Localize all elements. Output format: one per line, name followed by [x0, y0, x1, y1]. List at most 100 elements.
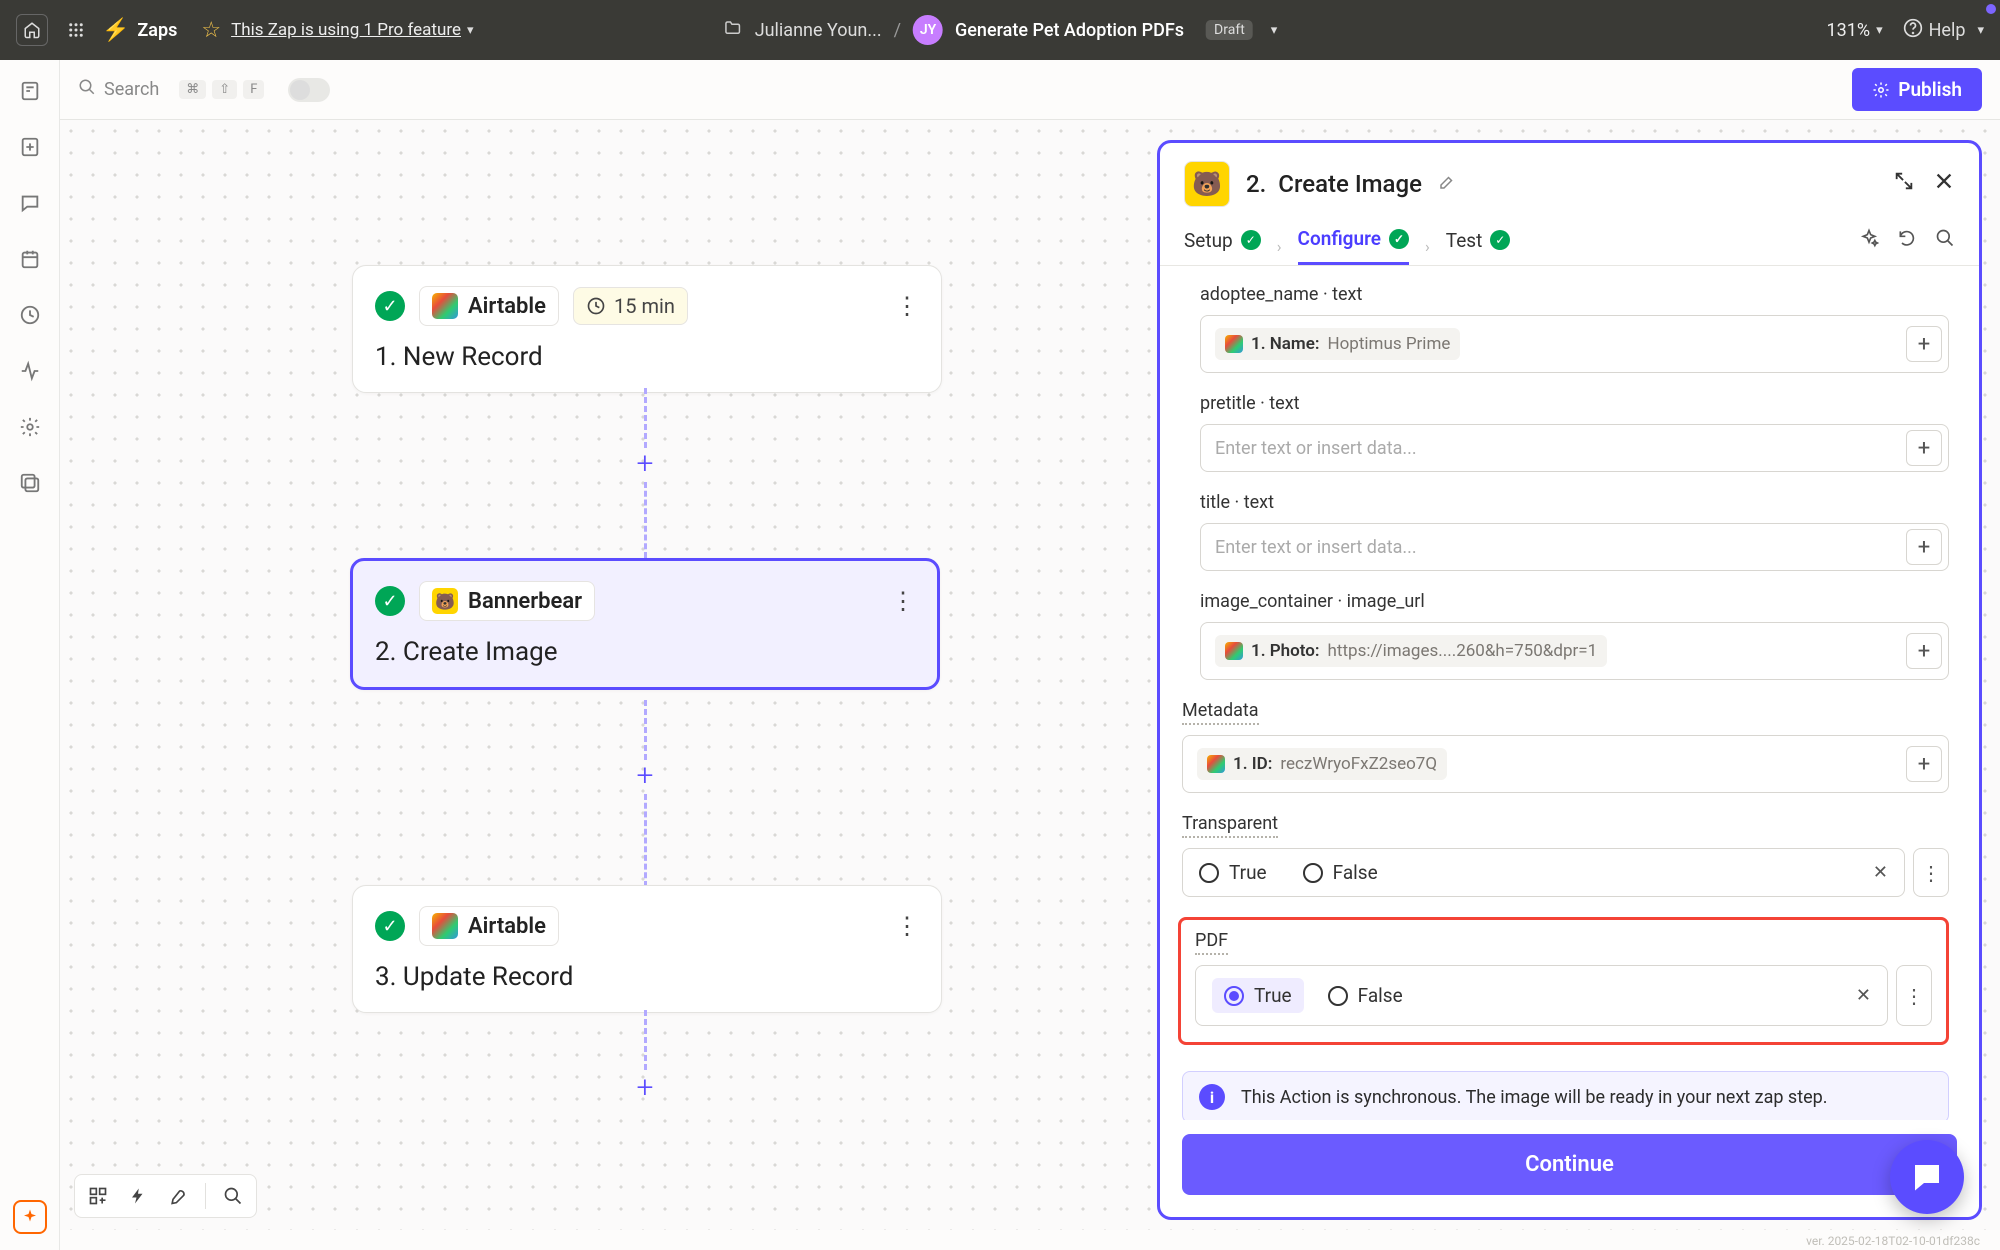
avatar[interactable]: JY: [913, 15, 943, 45]
tab-configure[interactable]: Configure ✓: [1298, 227, 1409, 265]
sidebar-settings-icon[interactable]: [15, 412, 45, 442]
editor-toggle[interactable]: [288, 78, 330, 102]
clear-icon[interactable]: ✕: [1873, 862, 1888, 883]
continue-button[interactable]: Continue: [1182, 1134, 1957, 1195]
info-text: This Action is synchronous. The image wi…: [1241, 1087, 1828, 1108]
close-icon[interactable]: [1933, 170, 1955, 198]
apps-grid-button[interactable]: [60, 14, 92, 46]
zaps-label[interactable]: Zaps: [137, 20, 177, 41]
ai-sparkle-icon[interactable]: [1859, 228, 1879, 253]
info-callout: i This Action is synchronous. The image …: [1182, 1071, 1949, 1120]
adoptee-name-input[interactable]: 1. Name: Hoptimus Prime +: [1200, 315, 1949, 373]
chevron-down-icon[interactable]: ▾: [1271, 23, 1278, 38]
breadcrumb: Julianne Youn... / JY Generate Pet Adopt…: [723, 15, 1278, 45]
pro-feature-link[interactable]: This Zap is using 1 Pro feature: [231, 20, 461, 40]
transparent-false-option[interactable]: False: [1303, 861, 1378, 884]
step-title: 1. New Record: [375, 342, 919, 372]
panel-header: 🐻 2. Create Image: [1160, 143, 1979, 217]
search-placeholder: Search: [104, 79, 159, 100]
help-dropdown[interactable]: Help ▾: [1903, 18, 1984, 43]
ai-assistant-button[interactable]: [13, 1200, 47, 1234]
metadata-input[interactable]: 1. ID: reczWryoFxZ2seo7Q +: [1182, 735, 1949, 793]
expand-icon[interactable]: [1893, 170, 1915, 198]
bannerbear-icon: 🐻: [432, 588, 458, 614]
field-more-button[interactable]: ⋮: [1896, 965, 1932, 1026]
chevron-down-icon[interactable]: ▾: [467, 23, 474, 38]
check-icon: ✓: [1389, 229, 1409, 249]
top-bar: ⚡ Zaps ☆ This Zap is using 1 Pro feature…: [0, 0, 2000, 60]
status-check-icon: ✓: [375, 586, 405, 616]
search-shortcut: ⌘ ⇧ F: [179, 80, 264, 99]
zoom-level: 131%: [1827, 20, 1871, 41]
step-more-button[interactable]: ⋮: [895, 292, 919, 320]
sidebar-history-icon[interactable]: [15, 300, 45, 330]
insert-data-button[interactable]: +: [1906, 529, 1942, 565]
sidebar-editor-icon[interactable]: [15, 76, 45, 106]
field-more-button[interactable]: ⋮: [1913, 848, 1949, 897]
step-more-button[interactable]: ⋮: [891, 587, 915, 615]
insert-data-button[interactable]: +: [1906, 326, 1942, 362]
image-url-input[interactable]: 1. Photo: https://images....260&h=750&dp…: [1200, 622, 1949, 680]
chat-button[interactable]: [1890, 1140, 1964, 1214]
insert-data-button[interactable]: +: [1906, 633, 1942, 669]
app-name: Bannerbear: [468, 589, 582, 614]
edit-title-icon[interactable]: [1438, 173, 1456, 196]
left-sidebar: [0, 60, 60, 1250]
pdf-true-option[interactable]: True: [1224, 984, 1292, 1007]
search-input[interactable]: Search ⌘ ⇧ F: [78, 78, 330, 102]
pdf-radio-group: True False ✕: [1195, 965, 1888, 1026]
step-more-button[interactable]: ⋮: [895, 912, 919, 940]
sidebar-versions-icon[interactable]: [15, 468, 45, 498]
home-button[interactable]: [16, 14, 48, 46]
step-card-2[interactable]: ✓ 🐻 Bannerbear ⋮ 2. Create Image: [350, 558, 940, 690]
sidebar-calendar-icon[interactable]: [15, 244, 45, 274]
search-icon: [78, 78, 96, 101]
transparent-radio-group: True False ✕: [1182, 848, 1905, 897]
toolbar: Search ⌘ ⇧ F Publish: [60, 60, 2000, 120]
step-card-1[interactable]: ✓ Airtable 15 min ⋮ 1. New Record: [352, 265, 942, 393]
bannerbear-icon: 🐻: [1184, 161, 1230, 207]
zap-name[interactable]: Generate Pet Adoption PDFs: [955, 20, 1184, 41]
step-card-3[interactable]: ✓ Airtable ⋮ 3. Update Record: [352, 885, 942, 1013]
status-check-icon: ✓: [375, 911, 405, 941]
airtable-icon: [432, 913, 458, 939]
insert-data-button[interactable]: +: [1906, 746, 1942, 782]
data-pill[interactable]: 1. ID: reczWryoFxZ2seo7Q: [1197, 748, 1447, 780]
wrench-icon[interactable]: [165, 1183, 191, 1209]
title-input[interactable]: Enter text or insert data... +: [1200, 523, 1949, 571]
check-icon: ✓: [1490, 230, 1510, 250]
data-pill[interactable]: 1. Name: Hoptimus Prime: [1215, 328, 1460, 360]
tab-test[interactable]: Test ✓: [1446, 229, 1511, 264]
sidebar-new-icon[interactable]: [15, 132, 45, 162]
breadcrumb-separator: /: [894, 20, 901, 41]
owner-name[interactable]: Julianne Youn...: [755, 20, 882, 41]
transparent-true-option[interactable]: True: [1199, 861, 1267, 884]
radio-unchecked-icon: [1199, 863, 1219, 883]
sidebar-activity-icon[interactable]: [15, 356, 45, 386]
add-step-button[interactable]: +: [630, 760, 660, 790]
add-step-button[interactable]: +: [630, 448, 660, 478]
tab-setup[interactable]: Setup ✓: [1184, 229, 1261, 264]
data-pill[interactable]: 1. Photo: https://images....260&h=750&dp…: [1215, 635, 1607, 667]
sidebar-comments-icon[interactable]: [15, 188, 45, 218]
zoom-dropdown[interactable]: 131% ▾: [1827, 20, 1883, 41]
insert-data-button[interactable]: +: [1906, 430, 1942, 466]
field-label: PDF: [1195, 930, 1228, 955]
star-icon[interactable]: ☆: [201, 18, 221, 43]
undo-icon[interactable]: [1897, 228, 1917, 253]
add-step-button[interactable]: +: [630, 1072, 660, 1102]
field-label: image_container · image_url: [1200, 591, 1949, 612]
layout-icon[interactable]: [85, 1183, 111, 1209]
search-tool-icon[interactable]: [220, 1183, 246, 1209]
chevron-right-icon: ›: [1277, 237, 1282, 256]
bolt-icon: ⚡: [102, 18, 129, 43]
publish-button[interactable]: Publish: [1852, 68, 1982, 111]
step-title: 2. Create Image: [375, 637, 915, 667]
pdf-false-option[interactable]: False: [1328, 984, 1403, 1007]
check-icon: ✓: [1241, 230, 1261, 250]
bolt-tool-icon[interactable]: [125, 1183, 151, 1209]
clear-icon[interactable]: ✕: [1856, 985, 1871, 1006]
pretitle-input[interactable]: Enter text or insert data... +: [1200, 424, 1949, 472]
search-panel-icon[interactable]: [1935, 228, 1955, 253]
chevron-right-icon: ›: [1425, 237, 1430, 256]
